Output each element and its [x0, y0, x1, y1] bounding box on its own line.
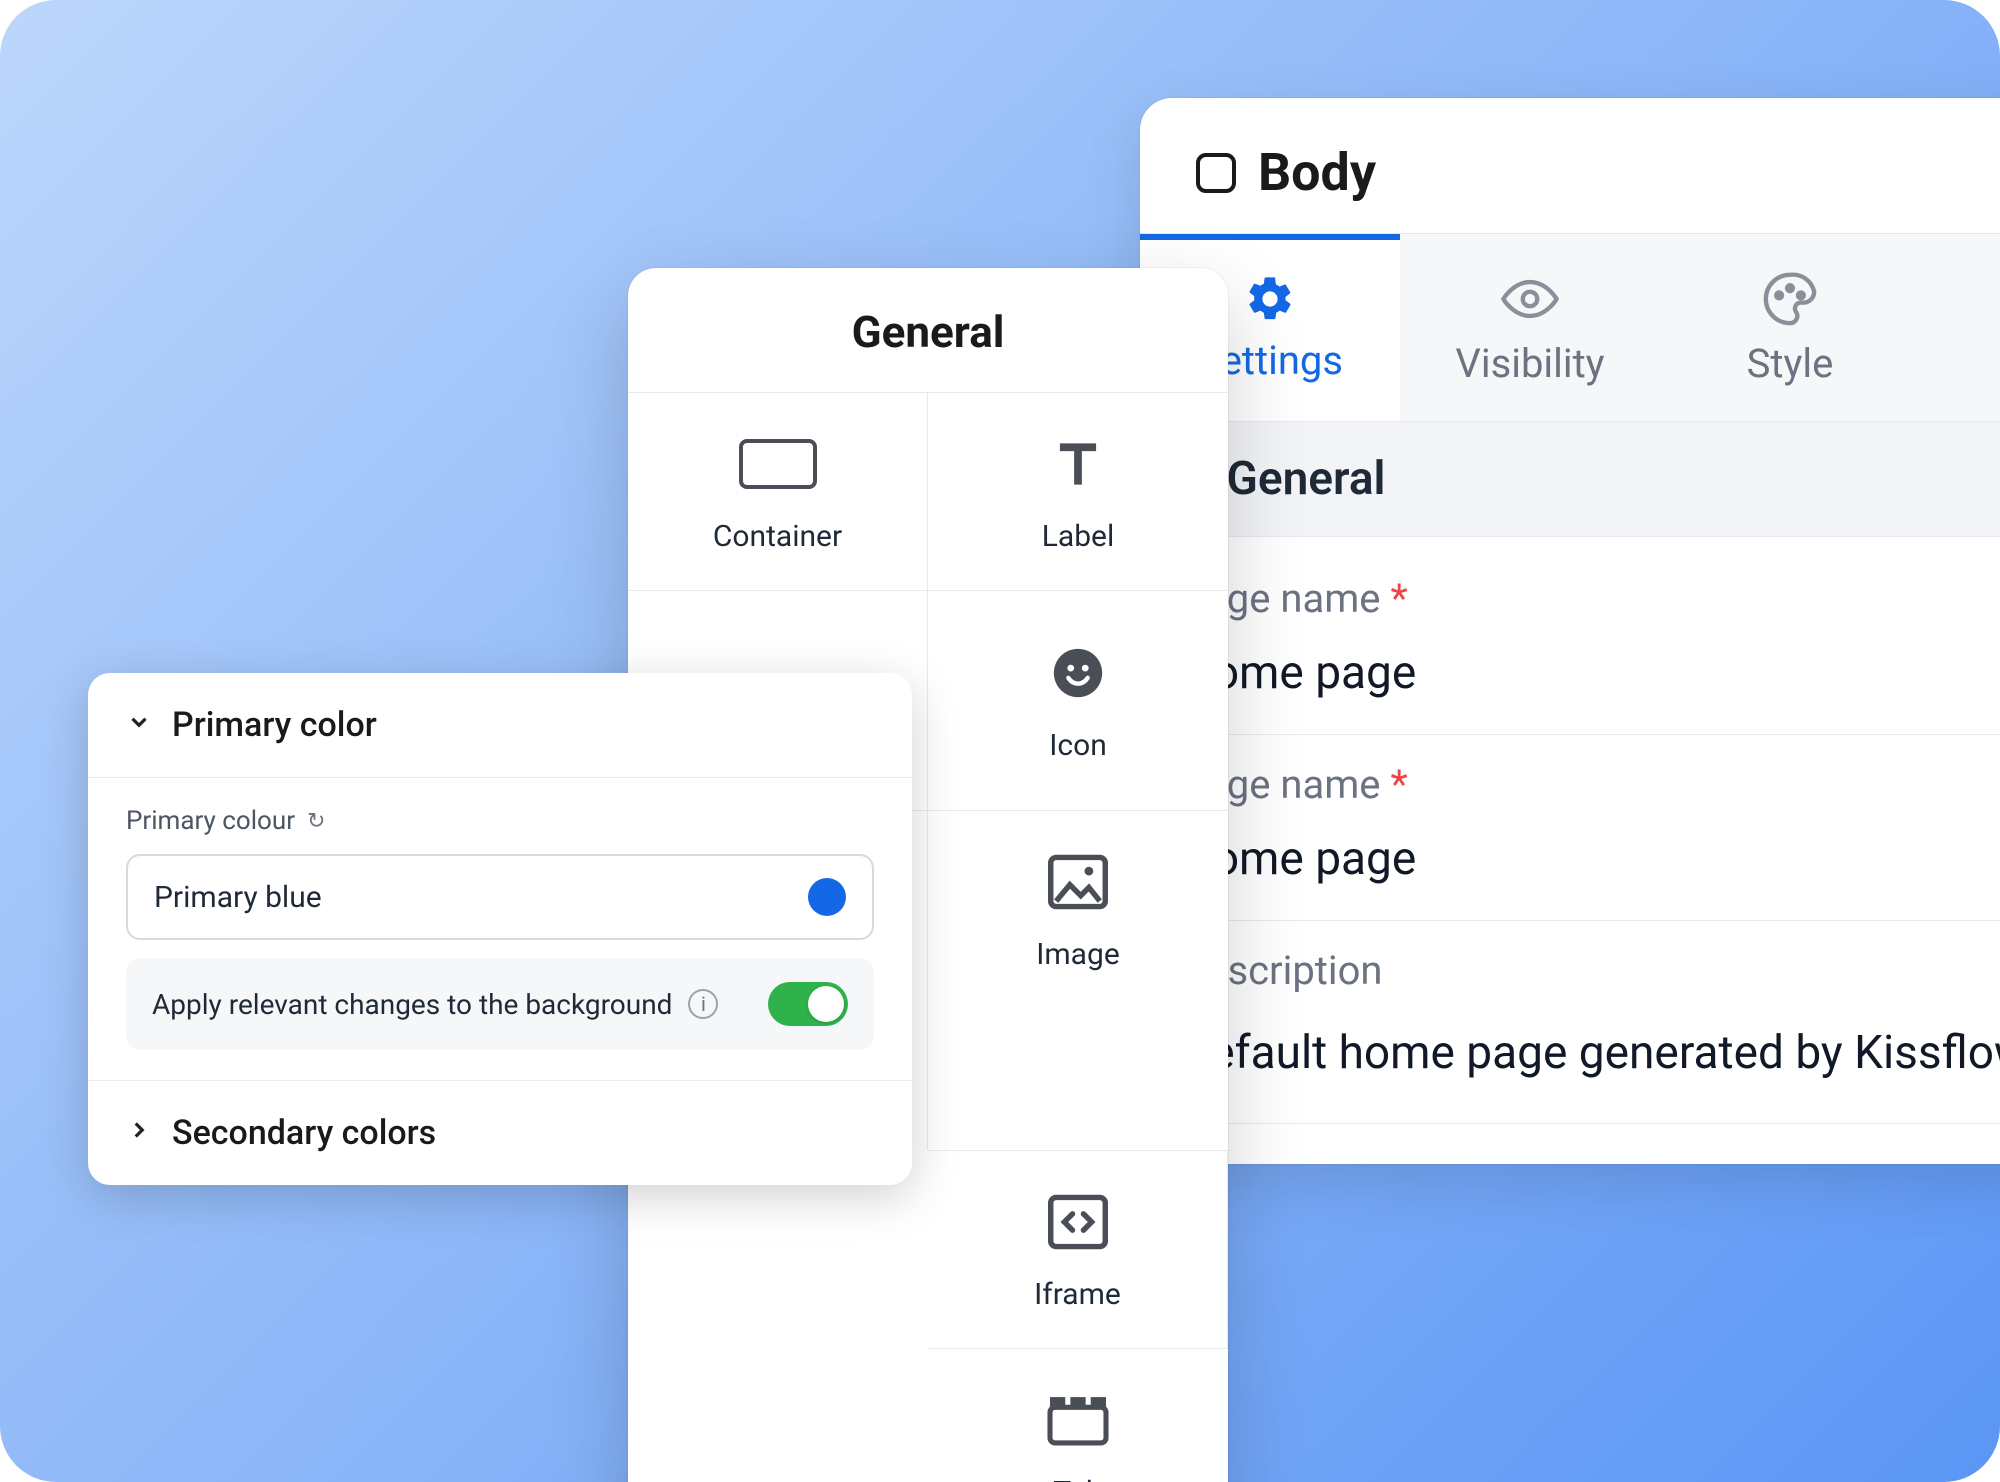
properties-panel: Body Settings Visibility Style	[1140, 98, 2000, 1164]
apply-background-toggle[interactable]	[768, 982, 848, 1026]
apply-background-row: Apply relevant changes to the background…	[126, 958, 874, 1050]
component-label: Tab	[1053, 1475, 1102, 1482]
field-value[interactable]: Home page	[1180, 832, 2000, 910]
section-secondary-colors[interactable]: Secondary colors	[88, 1080, 912, 1185]
primary-color-label: Primary colour ↻	[126, 806, 874, 836]
component-label: Label	[1042, 519, 1115, 554]
section-primary-color[interactable]: Primary color	[88, 673, 912, 777]
body-checkbox[interactable]	[1196, 153, 1236, 193]
image-icon	[1044, 847, 1112, 917]
section-title: General	[1227, 452, 1386, 506]
primary-color-body: Primary colour ↻ Primary blue Apply rele…	[88, 777, 912, 1080]
tab-icon	[1044, 1385, 1112, 1455]
reset-icon[interactable]: ↻	[307, 809, 325, 834]
select-value: Primary blue	[154, 880, 322, 915]
chevron-right-icon	[126, 1117, 152, 1150]
panel-title: Body	[1258, 142, 1376, 203]
panel-tabs: Settings Visibility Style	[1140, 233, 2000, 421]
component-label: Container	[713, 519, 842, 554]
component-iframe[interactable]: Iframe	[928, 1150, 1228, 1348]
field-page-name: Page name * Home page	[1140, 549, 2000, 735]
component-tab[interactable]: Tab	[928, 1348, 1228, 1482]
tab-label: Visibility	[1455, 340, 1604, 387]
required-asterisk: *	[1390, 761, 1407, 808]
toggle-label: Apply relevant changes to the background…	[152, 988, 718, 1021]
field-label: Page name *	[1180, 761, 2000, 808]
field-page-name: Page name * Home page	[1140, 735, 2000, 921]
tab-style[interactable]: Style	[1660, 234, 1920, 421]
component-container[interactable]: Container	[628, 392, 928, 590]
component-label: Image	[1036, 937, 1120, 972]
eye-icon	[1501, 270, 1559, 328]
palette-icon	[1761, 270, 1819, 328]
panel-header: Body	[1140, 98, 2000, 233]
info-icon[interactable]: i	[688, 989, 718, 1019]
chevron-down-icon	[126, 709, 152, 742]
color-swatch	[808, 878, 846, 916]
text-icon	[1047, 429, 1109, 499]
smile-icon	[1049, 638, 1107, 708]
component-label: Iframe	[1034, 1277, 1121, 1312]
tab-visibility[interactable]: Visibility	[1400, 234, 1660, 421]
field-label: Page name *	[1180, 575, 2000, 622]
field-label: Description	[1180, 947, 2000, 994]
field-value[interactable]: Home page	[1180, 646, 2000, 724]
section-title: Primary color	[172, 705, 377, 745]
component-label[interactable]: Label	[928, 392, 1228, 590]
section-title: Secondary colors	[172, 1113, 436, 1153]
tab-label: Style	[1747, 340, 1834, 387]
components-panel-title: General	[628, 268, 1228, 392]
code-icon	[1044, 1187, 1112, 1257]
primary-color-select[interactable]: Primary blue	[126, 854, 874, 940]
field-description: Description Default home page generated …	[1140, 921, 2000, 1124]
color-panel: Primary color Primary colour ↻ Primary b…	[88, 673, 912, 1185]
gear-icon	[1244, 273, 1296, 325]
required-asterisk: *	[1390, 575, 1407, 622]
section-header-general[interactable]: ⌄ General	[1140, 421, 2000, 537]
container-icon	[737, 429, 819, 499]
fields: Page name * Home page Page name * Home p…	[1140, 537, 2000, 1164]
component-label: Icon	[1049, 728, 1107, 763]
field-value[interactable]: Default home page generated by Kissflow	[1180, 1018, 2000, 1113]
component-image[interactable]: Image	[928, 810, 1228, 1008]
component-icon[interactable]: Icon	[928, 590, 1228, 810]
